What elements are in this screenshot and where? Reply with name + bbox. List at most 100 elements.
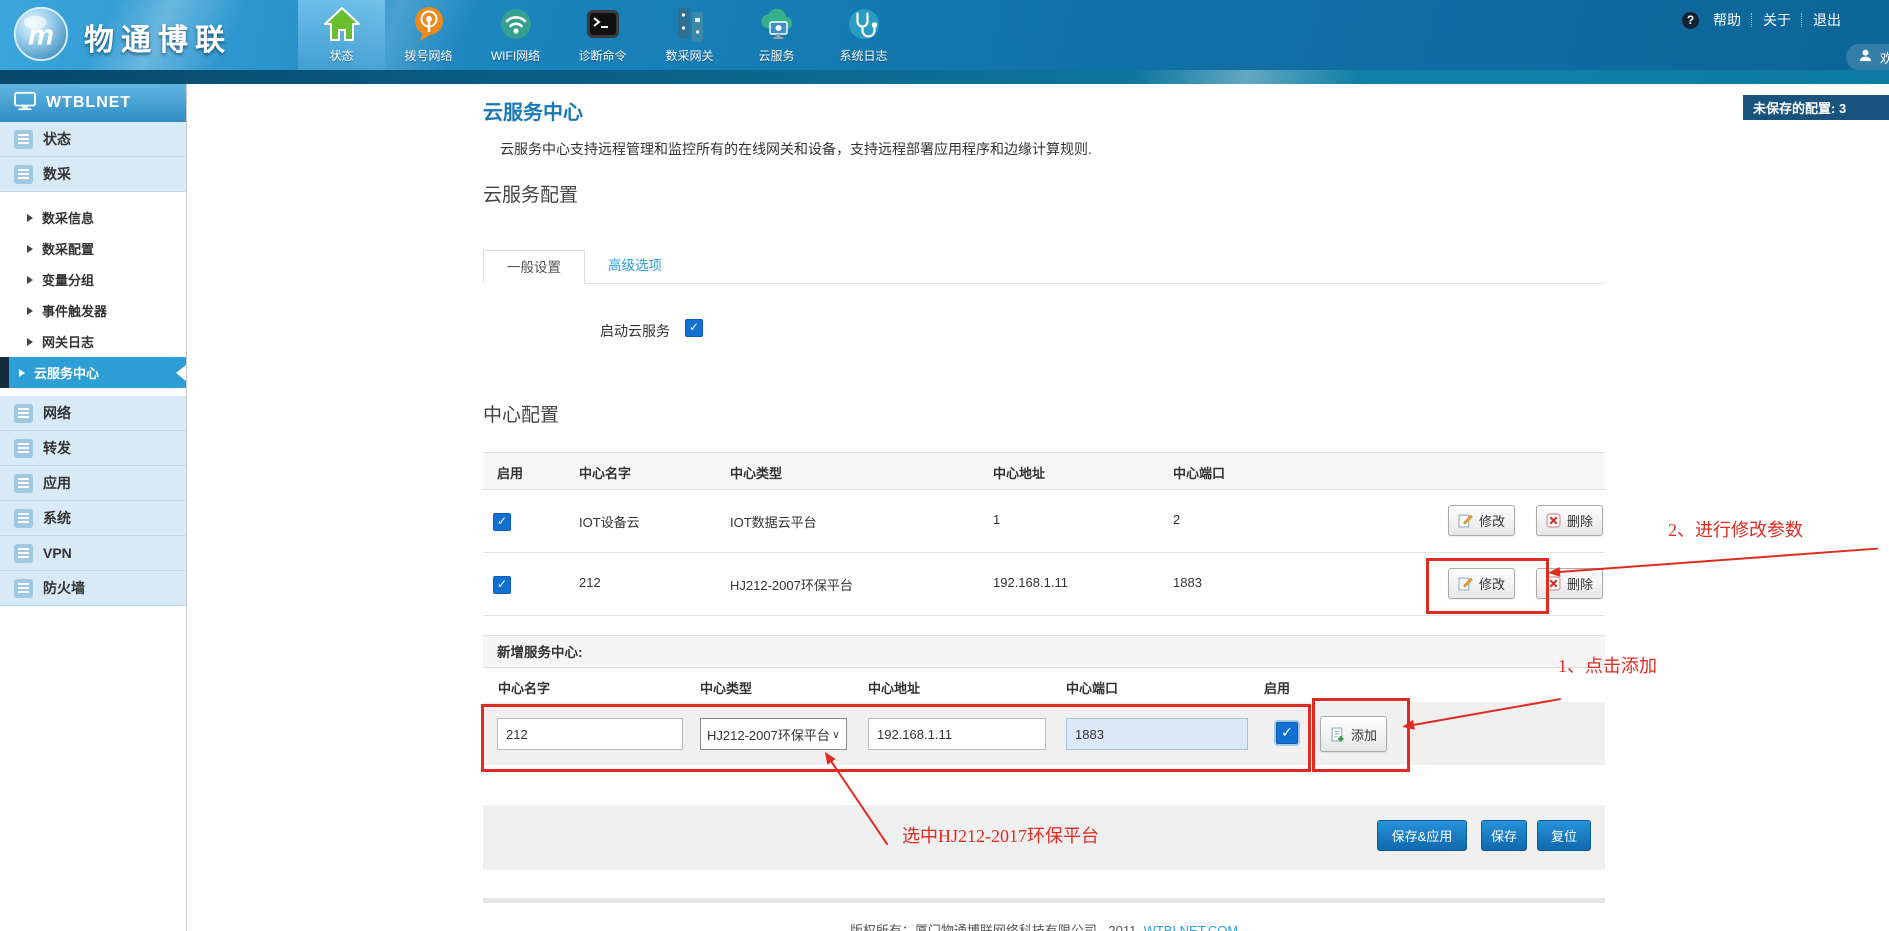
sidebar-item-forwarding[interactable]: 转发 — [0, 431, 186, 466]
caret-right-icon — [27, 276, 33, 284]
cell-name: 212 — [579, 575, 601, 590]
col-enable: 启用 — [1264, 678, 1290, 697]
sidebar-item-label: 状态 — [43, 129, 71, 149]
sidebar-item-label: 事件触发器 — [42, 301, 107, 320]
about-link[interactable]: 关于 — [1763, 10, 1791, 30]
row-enable-checkbox[interactable] — [493, 576, 511, 594]
col-addr: 中心地址 — [868, 678, 920, 697]
sidebar-item-label: 数采 — [43, 164, 71, 184]
divider — [1801, 13, 1803, 27]
tab-general-settings[interactable]: 一般设置 — [483, 250, 585, 284]
sidebar-item-network[interactable]: 网络 — [0, 396, 186, 431]
logout-link[interactable]: 退出 — [1813, 10, 1841, 30]
nav-label: WIFI网络 — [491, 47, 540, 64]
footer-divider — [483, 898, 1605, 903]
welcome-text: 欢迎您 — [1880, 48, 1889, 67]
reset-button[interactable]: 复位 — [1537, 820, 1591, 851]
nav-label: 拨号网络 — [404, 47, 452, 64]
sidebar-item-event-trigger[interactable]: 事件触发器 — [0, 295, 186, 326]
sidebar-item-label: 云服务中心 — [34, 363, 99, 382]
cell-name: IOT设备云 — [579, 512, 640, 531]
caret-right-icon — [27, 214, 33, 222]
caret-right-icon — [27, 338, 33, 346]
sidebar-item-data-info[interactable]: 数采信息 — [0, 202, 186, 233]
nav-diagnostic-command[interactable]: 诊断命令 — [559, 0, 646, 70]
delete-button[interactable]: 删除 — [1536, 505, 1603, 536]
nav-wifi-network[interactable]: WIFI网络 — [472, 0, 559, 70]
sidebar-item-system[interactable]: 系统 — [0, 501, 186, 536]
save-button[interactable]: 保存 — [1481, 820, 1527, 851]
nav-label: 云服务 — [758, 47, 794, 64]
nav-status[interactable]: 状态 — [298, 0, 385, 70]
cell-addr: 1 — [993, 512, 1000, 527]
sidebar-item-label: 应用 — [43, 473, 71, 493]
help-link[interactable]: 帮助 — [1713, 10, 1741, 30]
col-enable: 启用 — [497, 463, 523, 482]
list-icon — [14, 474, 33, 493]
sidebar-item-label: 防火墙 — [43, 578, 85, 598]
app-root: m 物通博联 状态 拨号网络 — [0, 0, 1889, 931]
col-name: 中心名字 — [579, 463, 631, 482]
caret-right-icon — [27, 307, 33, 315]
sidebar-item-variable-group[interactable]: 变量分组 — [0, 264, 186, 295]
annotation-step2: 2、进行修改参数 — [1668, 516, 1803, 542]
sidebar-item-application[interactable]: 应用 — [0, 466, 186, 501]
nav-data-gateway[interactable]: 数采网关 — [646, 0, 733, 70]
edit-pencil-icon — [1458, 513, 1473, 528]
center-table-header: 启用 中心名字 中心类型 中心地址 中心端口 — [483, 452, 1605, 490]
sidebar-item-status[interactable]: 状态 — [0, 122, 186, 157]
col-name: 中心名字 — [498, 678, 550, 697]
sidebar-item-cloud-service-center[interactable]: 云服务中心 — [0, 357, 186, 388]
wifi-icon — [496, 4, 536, 44]
sidebar-item-gateway-log[interactable]: 网关日志 — [0, 326, 186, 357]
sidebar-item-data-acquisition[interactable]: 数采 — [0, 157, 186, 192]
tab-advanced-options[interactable]: 高级选项 — [585, 249, 685, 283]
delete-x-icon — [1546, 513, 1561, 528]
col-port: 中心端口 — [1066, 678, 1118, 697]
cloud-icon — [757, 4, 797, 44]
nav-cloud-service[interactable]: 云服务 — [733, 0, 820, 70]
delete-label: 删除 — [1567, 574, 1593, 593]
nav-label: 数采网关 — [665, 47, 713, 64]
stethoscope-icon — [844, 4, 884, 44]
brand-logo: m 物通博联 — [12, 5, 232, 68]
user-icon — [1858, 48, 1873, 66]
cell-type: IOT数据云平台 — [730, 512, 817, 531]
save-apply-button[interactable]: 保存&应用 — [1377, 820, 1467, 851]
row-enable-checkbox[interactable] — [493, 513, 511, 531]
monitor-icon — [14, 91, 36, 116]
highlight-rect-edit — [1426, 558, 1549, 614]
cell-port: 1883 — [1173, 575, 1202, 590]
cell-addr: 192.168.1.11 — [993, 575, 1068, 590]
sidebar-item-label: 数采信息 — [42, 208, 94, 227]
sidebar-item-firewall[interactable]: 防火墙 — [0, 571, 186, 606]
sidebar: WTBLNET 状态 数采 数采信息 数采配置 变量分组 — [0, 84, 187, 931]
nav-dialup-network[interactable]: 拨号网络 — [385, 0, 472, 70]
cloud-config-heading: 云服务配置 — [483, 180, 578, 207]
page-title: 云服务中心 — [483, 96, 583, 125]
list-icon — [14, 439, 33, 458]
enable-cloud-checkbox[interactable] — [685, 319, 703, 337]
list-icon — [14, 509, 33, 528]
copyright-text: 版权所有：厦门物通博联网络科技有限公司 - 2011. — [850, 923, 1140, 931]
sidebar-item-label: 数采配置 — [42, 239, 94, 258]
sidebar-item-data-config[interactable]: 数采配置 — [0, 233, 186, 264]
nav-system-log[interactable]: 系统日志 — [820, 0, 907, 70]
list-icon — [14, 130, 33, 149]
caret-right-icon — [27, 245, 33, 253]
copyright-link[interactable]: WTBLNET.COM — [1144, 923, 1239, 931]
svg-text:m: m — [28, 20, 54, 52]
list-icon — [14, 404, 33, 423]
page-description: 云服务中心支持远程管理和监控所有的在线网关和设备，支持远程部署应用程序和边缘计算… — [500, 139, 1092, 159]
edit-label: 修改 — [1479, 511, 1505, 530]
edit-button[interactable]: 修改 — [1448, 505, 1515, 536]
highlight-rect-form — [481, 704, 1311, 772]
table-row: IOT设备云 IOT数据云平台 1 2 修改 删除 — [483, 490, 1605, 553]
sidebar-item-vpn[interactable]: VPN — [0, 536, 186, 571]
unsaved-config-badge[interactable]: 未保存的配置: 3 — [1743, 95, 1889, 120]
main-nav: 状态 拨号网络 WIFI网络 — [298, 0, 907, 70]
sidebar-item-label: 转发 — [43, 438, 71, 458]
delete-label: 删除 — [1567, 511, 1593, 530]
sidebar-title: WTBLNET — [46, 94, 131, 112]
highlight-rect-add — [1312, 698, 1410, 772]
